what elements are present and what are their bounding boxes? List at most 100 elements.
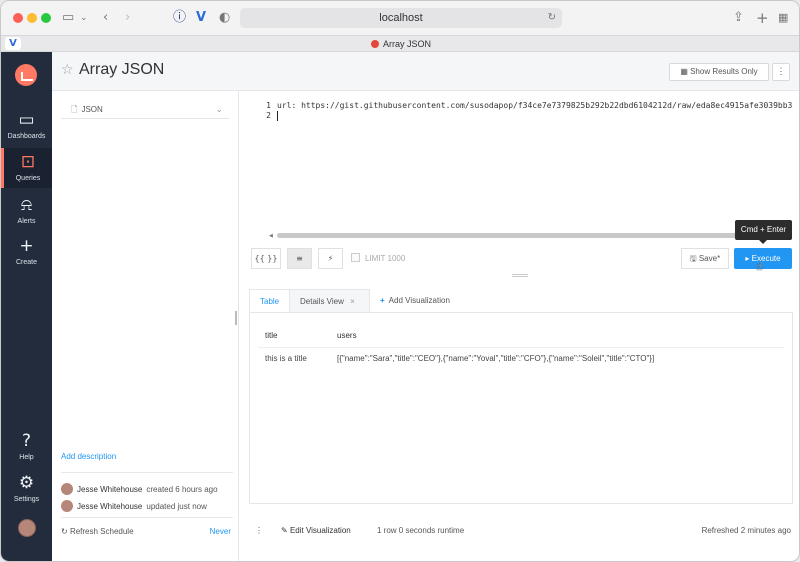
limit-checkbox[interactable] (351, 253, 360, 262)
query-controls: {{ }} ≡ ⚡ LIMIT 1000 🖫 Save* ▸ Execute (249, 247, 793, 271)
schema-browser (61, 119, 233, 444)
plus-icon: + (19, 236, 34, 256)
cell-title: this is a title (265, 354, 307, 363)
terminal-icon: ⊡ (20, 152, 36, 172)
refresh-schedule-value[interactable]: Never (210, 527, 231, 536)
tab-details-view[interactable]: Details View × (290, 289, 370, 313)
cell-users: [{"name":"Sara","title":"CEO"},{"name":"… (337, 354, 655, 363)
address-text: localhost (379, 12, 423, 24)
edit-visualization-button[interactable]: ✎ Edit Visualization (281, 518, 351, 544)
back-icon[interactable]: ‹ (103, 9, 108, 27)
line-number: 1 (266, 101, 271, 110)
nav-create[interactable]: + Create (1, 236, 52, 268)
chevron-down-icon[interactable]: ⌄ (80, 9, 88, 27)
created-time: created 6 hours ago (146, 485, 218, 494)
query-editor[interactable]: 1 2 url: https://gist.githubusercontent.… (249, 97, 793, 241)
reload-icon[interactable]: ↻ (548, 8, 556, 28)
nav-settings[interactable]: ⚙ Settings (1, 473, 52, 505)
add-description-link[interactable]: Add description (61, 452, 116, 461)
divider (61, 472, 233, 473)
page-title[interactable]: Array JSON (79, 61, 164, 79)
code-line: url: https://gist.githubusercontent.com/… (277, 101, 793, 110)
save-button[interactable]: 🖫 Save* (681, 248, 729, 269)
row-count-info: 1 row 0 seconds runtime (377, 518, 464, 544)
nav-alerts[interactable]: ⍾ Alerts (1, 195, 52, 227)
minimize-window-button[interactable] (27, 13, 37, 23)
add-visualization-label: Add Visualization (388, 296, 450, 305)
edit-icon: ✎ (281, 526, 290, 535)
updated-time: updated just now (146, 502, 207, 511)
nav-settings-label: Settings (13, 496, 40, 503)
updated-by-user: Jesse Whitehouse (77, 502, 143, 511)
format-query-button[interactable]: {{ }} (251, 248, 281, 269)
forward-icon[interactable]: › (125, 9, 130, 27)
tab-details-view-label: Details View (300, 297, 344, 306)
scroll-left-arrow[interactable]: ◀ (269, 233, 273, 239)
new-tab-icon[interactable]: + (756, 9, 769, 27)
editor-resize-handle[interactable] (512, 274, 528, 277)
redash-logo-icon[interactable] (15, 64, 37, 86)
header-divider (258, 347, 784, 348)
runtime: 0 seconds runtime (398, 526, 465, 535)
autocomplete-toggle-button[interactable]: ⚡ (318, 248, 343, 269)
nav-help[interactable]: ? Help (1, 431, 52, 463)
more-actions-button[interactable]: ⋮ (772, 63, 790, 81)
close-window-button[interactable] (13, 13, 23, 23)
save-icon: 🖫 (689, 254, 699, 263)
tab-bar: V Array JSON (1, 35, 799, 52)
onepassword-icon[interactable]: ⓘ (173, 9, 186, 27)
refreshed-prefix: Refreshed (701, 526, 739, 535)
limit-checkbox-group[interactable]: LIMIT 1000 (351, 253, 405, 263)
tab-title: Array JSON (382, 39, 431, 49)
nav-alerts-label: Alerts (17, 218, 36, 225)
schema-toggle-button[interactable]: ≡ (287, 248, 312, 269)
zoom-window-button[interactable] (41, 13, 51, 23)
active-browser-tab[interactable]: Array JSON (1, 37, 799, 51)
nav-help-label: Help (19, 454, 34, 461)
redash-favicon-icon (370, 40, 379, 48)
execute-button[interactable]: ▸ Execute (734, 248, 792, 269)
tab-table[interactable]: Table (249, 289, 290, 313)
column-header-users[interactable]: users (337, 331, 357, 340)
address-bar[interactable]: localhost ↻ (240, 8, 562, 28)
chevron-down-icon: ⌄ (215, 105, 223, 115)
favorite-star-icon[interactable]: ☆ (61, 62, 74, 78)
execute-shortcut-tooltip: Cmd + Enter (735, 220, 792, 244)
limit-label: LIMIT 1000 (365, 254, 406, 263)
visualization-tabs: Table Details View × + Add Visualization (249, 289, 793, 313)
refreshed-info: Refreshed 2 minutes ago (702, 518, 791, 544)
app-sidebar: ▭ Dashboards ⊡ Queries ⍾ Alerts + Create… (1, 52, 52, 561)
save-label: Save* (698, 254, 721, 263)
results-table: title users this is a title [{"name":"Sa… (249, 312, 793, 504)
show-results-only-label: Show Results Only (690, 67, 758, 76)
data-source-select[interactable]: 🗋 JSON ⌄ (61, 101, 229, 119)
page-header: ☆ Array JSON ▦ Show Results Only ⋮ (52, 52, 799, 91)
show-results-only-button[interactable]: ▦ Show Results Only (669, 63, 769, 81)
column-header-title[interactable]: title (265, 331, 277, 340)
help-icon: ? (21, 431, 32, 451)
browser-toolbar: ▭ ⌄ ‹ › ⓘ V ◐ localhost ↻ ⇪ + ▦ (1, 1, 799, 35)
table-icon: ▦ (680, 67, 691, 76)
refresh-schedule-label: Refresh Schedule (69, 527, 134, 536)
avatar (61, 483, 73, 495)
vivaldi-icon[interactable]: V (196, 9, 206, 27)
panel-resize-handle[interactable] (235, 311, 237, 325)
nav-queries[interactable]: ⊡ Queries (1, 148, 52, 188)
more-options-icon[interactable]: ⋮ (255, 518, 263, 544)
close-icon[interactable]: × (350, 297, 355, 306)
shield-icon[interactable]: ◐ (219, 9, 230, 27)
nav-create-label: Create (15, 259, 37, 266)
tab-overview-icon[interactable]: ▦ (778, 9, 788, 27)
plus-icon: + (380, 296, 385, 305)
created-by-user: Jesse Whitehouse (77, 485, 143, 494)
data-source-value: JSON (81, 105, 103, 114)
add-visualization-button[interactable]: + Add Visualization (370, 289, 470, 313)
created-by-row: Jesse Whitehouse created 6 hours ago (61, 483, 233, 497)
horizontal-scrollbar[interactable] (277, 233, 777, 238)
refresh-icon: ↻ (61, 527, 70, 536)
nav-dashboards[interactable]: ▭ Dashboards (1, 110, 52, 142)
sidebar-icon[interactable]: ▭ (62, 9, 74, 27)
code-area[interactable]: url: https://gist.githubusercontent.com/… (277, 101, 793, 111)
share-icon[interactable]: ⇪ (733, 9, 744, 27)
user-avatar[interactable] (18, 519, 36, 537)
